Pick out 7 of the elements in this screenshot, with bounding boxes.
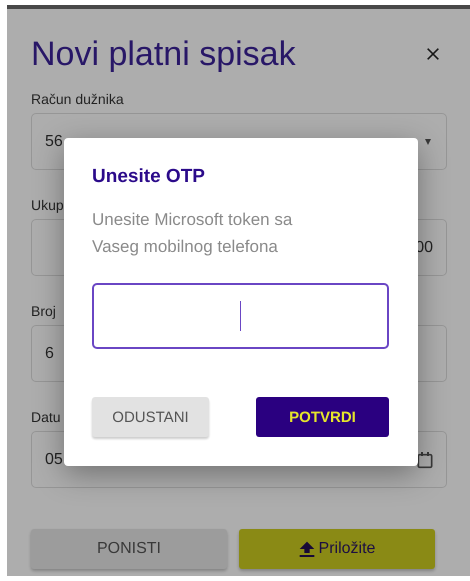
form-title: Novi platni spisak (31, 34, 296, 75)
dialog-title: Unesite OTP (92, 166, 206, 188)
field-label: Broj (31, 302, 56, 321)
field-label: Račun dužnika (31, 90, 124, 109)
field-label: Ukup (31, 196, 64, 215)
field-label: Datu (31, 408, 61, 427)
dialog-message: Unesite Microsoft token sa Vaseg mobilnog telefona (92, 209, 294, 258)
